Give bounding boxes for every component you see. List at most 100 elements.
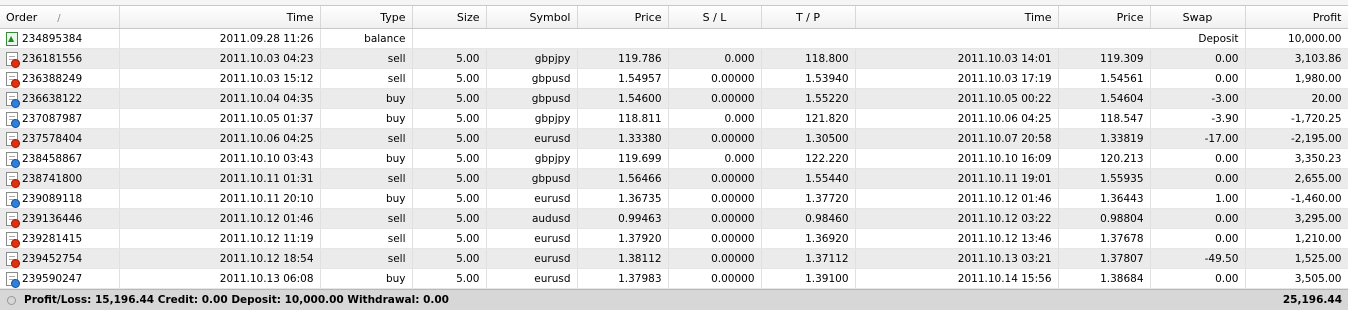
table-row[interactable]: 239281415 2011.10.12 11:19 sell 5.00 eurusd 1…	[0, 228, 1348, 249]
swap-value: 0.00	[1150, 48, 1246, 69]
summary-total: 25,196.44	[1282, 294, 1342, 306]
trade-type: sell	[320, 228, 413, 249]
column-header-time[interactable]: Time	[119, 6, 321, 29]
close-time: 2011.10.12 13:46	[855, 228, 1059, 249]
close-time: 2011.10.03 14:01	[855, 48, 1059, 69]
stop-loss: 0.000	[668, 108, 762, 129]
open-price: 118.811	[577, 108, 669, 129]
open-price: 119.699	[577, 148, 669, 169]
order-cell: 237578404	[0, 128, 120, 149]
order-cell: 239281415	[0, 228, 120, 249]
order-id: 239452754	[22, 252, 83, 265]
take-profit: 1.53940	[761, 68, 856, 89]
stop-loss: 0.00000	[668, 208, 762, 229]
trade-type: sell	[320, 168, 413, 189]
symbol: audusd	[486, 208, 578, 229]
open-price: 1.36735	[577, 188, 669, 209]
column-header-profit[interactable]: Profit	[1245, 6, 1348, 29]
column-header-sl[interactable]: S / L	[668, 6, 762, 29]
open-price: 1.37983	[577, 268, 669, 289]
open-price: 1.37920	[577, 228, 669, 249]
column-header-close-price[interactable]: Price	[1058, 6, 1151, 29]
column-header-type[interactable]: Type	[320, 6, 413, 29]
table-row[interactable]: 237087987 2011.10.05 01:37 buy 5.00 gbpjpy 11…	[0, 108, 1348, 129]
table-row[interactable]: 238741800 2011.10.11 01:31 sell 5.00 gbpusd 1…	[0, 168, 1348, 189]
symbol: eurusd	[486, 248, 578, 269]
order-id: 237578404	[22, 132, 83, 145]
order-id: 237087987	[22, 112, 83, 125]
profit-value: 3,505.00	[1245, 268, 1348, 289]
lot-size: 5.00	[412, 88, 487, 109]
lot-size: 5.00	[412, 128, 487, 149]
sell-order-icon	[6, 51, 20, 68]
symbol: gbpusd	[486, 68, 578, 89]
sell-order-icon	[6, 131, 20, 148]
swap-value: 1.00	[1150, 188, 1246, 209]
open-price: 1.33380	[577, 128, 669, 149]
order-id: 236181556	[22, 52, 83, 65]
trade-type: buy	[320, 188, 413, 209]
column-header-price[interactable]: Price	[577, 6, 669, 29]
profit-value: 3,350.23	[1245, 148, 1348, 169]
open-price: 1.54600	[577, 88, 669, 109]
close-time: 2011.10.06 04:25	[855, 108, 1059, 129]
table-row[interactable]: 239089118 2011.10.11 20:10 buy 5.00 eurusd 1.…	[0, 188, 1348, 209]
order-id: 236388249	[22, 72, 83, 85]
column-header-symbol[interactable]: Symbol	[486, 6, 578, 29]
table-row[interactable]: 238458867 2011.10.10 03:43 buy 5.00 gbpjpy 11…	[0, 148, 1348, 169]
order-id: 236638122	[22, 92, 83, 105]
lot-size: 5.00	[412, 248, 487, 269]
stop-loss: 0.00000	[668, 188, 762, 209]
order-id: 239590247	[22, 272, 83, 285]
symbol: eurusd	[486, 128, 578, 149]
open-time: 2011.10.12 01:46	[119, 208, 321, 229]
profit-value: -2,195.00	[1245, 128, 1348, 149]
open-time: 2011.09.28 11:26	[119, 28, 321, 49]
swap-value: -17.00	[1150, 128, 1246, 149]
open-price: 1.38112	[577, 248, 669, 269]
balance-row[interactable]: 234895384 2011.09.28 11:26 balance Depos…	[0, 28, 1348, 49]
order-cell: 236638122	[0, 88, 120, 109]
take-profit: 1.37112	[761, 248, 856, 269]
column-header-size[interactable]: Size	[412, 6, 487, 29]
close-price: 1.33819	[1058, 128, 1151, 149]
close-price: 1.54604	[1058, 88, 1151, 109]
buy-order-icon	[6, 151, 20, 168]
symbol: gbpjpy	[486, 148, 578, 169]
column-header-close-time[interactable]: Time	[855, 6, 1059, 29]
swap-value: 0.00	[1150, 268, 1246, 289]
stop-loss: 0.00000	[668, 268, 762, 289]
table-row[interactable]: 236638122 2011.10.04 04:35 buy 5.00 gbpusd 1.…	[0, 88, 1348, 109]
column-header-order[interactable]: Order /	[0, 6, 120, 29]
swap-value: 0.00	[1150, 68, 1246, 89]
take-profit: 118.800	[761, 48, 856, 69]
trade-type: buy	[320, 88, 413, 109]
take-profit: 0.98460	[761, 208, 856, 229]
close-time: 2011.10.14 15:56	[855, 268, 1059, 289]
table-row[interactable]: 239452754 2011.10.12 18:54 sell 5.00 eurusd 1…	[0, 248, 1348, 269]
symbol: gbpusd	[486, 168, 578, 189]
profit-value: 1,210.00	[1245, 228, 1348, 249]
open-time: 2011.10.05 01:37	[119, 108, 321, 129]
close-time: 2011.10.07 20:58	[855, 128, 1059, 149]
order-cell: 239452754	[0, 248, 120, 269]
lot-size: 5.00	[412, 188, 487, 209]
swap-value: -3.00	[1150, 88, 1246, 109]
trade-type: sell	[320, 48, 413, 69]
trade-type: buy	[320, 148, 413, 169]
table-row[interactable]: 236181556 2011.10.03 04:23 sell 5.00 gbpjpy 1…	[0, 48, 1348, 69]
table-row[interactable]: 236388249 2011.10.03 15:12 sell 5.00 gbpusd 1…	[0, 68, 1348, 89]
take-profit: 1.39100	[761, 268, 856, 289]
table-row[interactable]: 239136446 2011.10.12 01:46 sell 5.00 audusd 0…	[0, 208, 1348, 229]
open-time: 2011.10.12 18:54	[119, 248, 321, 269]
order-id: 238458867	[22, 152, 83, 165]
symbol: gbpjpy	[486, 108, 578, 129]
profit-value: -1,460.00	[1245, 188, 1348, 209]
column-header-swap[interactable]: Swap	[1150, 6, 1246, 29]
stop-loss: 0.00000	[668, 88, 762, 109]
column-header-tp[interactable]: T / P	[761, 6, 856, 29]
table-row[interactable]: 239590247 2011.10.13 06:08 buy 5.00 eurusd 1.…	[0, 268, 1348, 289]
table-row[interactable]: 237578404 2011.10.06 04:25 sell 5.00 eurusd 1…	[0, 128, 1348, 149]
close-time: 2011.10.10 16:09	[855, 148, 1059, 169]
buy-order-icon	[6, 111, 20, 128]
